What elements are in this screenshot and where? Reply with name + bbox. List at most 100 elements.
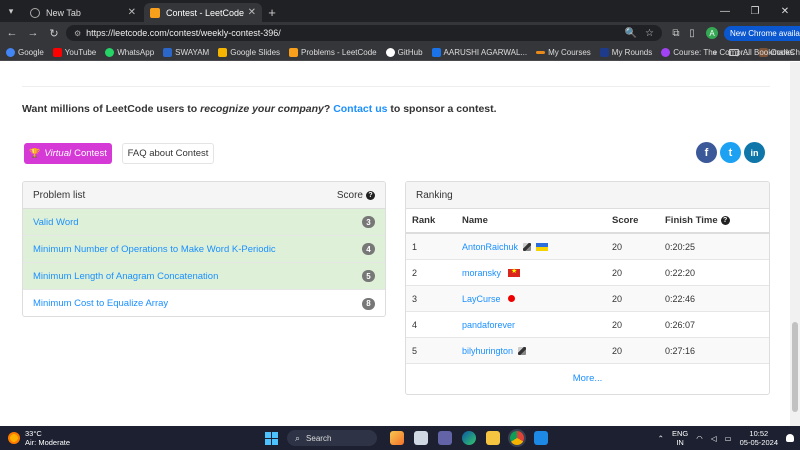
- address-bar[interactable]: ⚙ https://leetcode.com/contest/weekly-co…: [66, 25, 662, 41]
- problem-link[interactable]: Valid Word: [33, 217, 362, 228]
- weather-icon: [8, 432, 20, 444]
- problem-list-header: Problem list Score ?: [23, 182, 385, 209]
- user-link[interactable]: AntonRaichuk: [462, 242, 518, 252]
- tab-new-tab[interactable]: New Tab ✕: [24, 3, 142, 22]
- vscode-icon[interactable]: [534, 431, 548, 445]
- problem-row[interactable]: Valid Word 3: [23, 209, 385, 236]
- virtual-contest-button[interactable]: 🏆 Virtual Contest: [24, 143, 112, 164]
- forward-icon[interactable]: →: [24, 24, 42, 42]
- score-badge: 5: [362, 270, 375, 282]
- notification-icon[interactable]: [786, 434, 794, 442]
- trophy-icon: 🏆: [29, 148, 41, 158]
- page-scrollbar[interactable]: [790, 62, 800, 426]
- close-window-icon[interactable]: ✕: [770, 0, 800, 22]
- back-icon[interactable]: ←: [3, 24, 21, 42]
- bookmark-whatsapp[interactable]: WhatsApp: [105, 47, 154, 57]
- problem-link[interactable]: Minimum Length of Anagram Concatenation: [33, 271, 362, 282]
- clock[interactable]: 10:52 05-05-2024: [740, 429, 778, 447]
- problem-row[interactable]: Minimum Number of Operations to Make Wor…: [23, 236, 385, 263]
- battery-icon[interactable]: ▭: [725, 434, 732, 443]
- bookmark-star-icon[interactable]: ☆: [645, 28, 654, 39]
- bookmark-youtube[interactable]: YouTube: [52, 47, 96, 57]
- sidebar-icon[interactable]: ▯: [684, 28, 700, 39]
- tab-search-icon[interactable]: ▾: [0, 0, 22, 22]
- rank-column-header: Rank: [412, 215, 436, 226]
- edge-icon[interactable]: [462, 431, 476, 445]
- zoom-icon[interactable]: 🔍: [625, 28, 637, 39]
- volume-icon[interactable]: ◁: [711, 434, 717, 443]
- new-tab-button[interactable]: +: [262, 3, 282, 22]
- air-quality-text: Air: Moderate: [25, 438, 71, 447]
- tab-title: New Tab: [46, 7, 81, 18]
- new-chrome-available-button[interactable]: New Chrome available: [724, 25, 800, 41]
- bookmark-google[interactable]: Google: [6, 47, 44, 57]
- bookmark-github[interactable]: GitHub: [385, 47, 423, 57]
- facebook-icon[interactable]: f: [696, 142, 717, 163]
- wifi-icon[interactable]: ◠: [696, 434, 703, 443]
- flag-icon: [508, 267, 521, 277]
- all-bookmarks-link[interactable]: All Bookmarks: [743, 48, 794, 57]
- twitter-icon[interactable]: t: [720, 142, 741, 163]
- close-icon[interactable]: ✕: [128, 7, 136, 18]
- bookmark-google-slides[interactable]: Google Slides: [218, 47, 280, 57]
- user-link[interactable]: LayCurse: [462, 294, 501, 304]
- bookmark-swayam[interactable]: SWAYAM: [163, 47, 209, 57]
- extensions-icon[interactable]: ⧉: [668, 28, 684, 39]
- widgets-icon[interactable]: [390, 431, 404, 445]
- bookmark-problems-leetcode[interactable]: Problems - LeetCode: [289, 47, 377, 57]
- user-link[interactable]: pandaforever: [462, 320, 515, 330]
- minimize-icon[interactable]: —: [710, 0, 740, 22]
- table-row: 2 moransky 20 0:22:20: [406, 260, 769, 286]
- chrome-icon[interactable]: [510, 431, 524, 445]
- bookmark-my-rounds[interactable]: My Rounds: [599, 47, 652, 57]
- doc-icon: [431, 47, 441, 57]
- url-text: https://leetcode.com/contest/weekly-cont…: [86, 28, 281, 38]
- table-row: 4 pandaforever 20 0:26:07: [406, 312, 769, 338]
- tab-contest[interactable]: Contest - LeetCode ✕: [144, 3, 262, 22]
- bookmark-my-courses[interactable]: My Courses: [536, 48, 591, 57]
- problem-row[interactable]: Minimum Length of Anagram Concatenation …: [23, 263, 385, 290]
- user-link[interactable]: bilyhurington: [462, 346, 513, 356]
- leetcode-icon: [150, 7, 160, 18]
- faq-button[interactable]: FAQ about Contest: [122, 143, 214, 164]
- contact-us-link[interactable]: Contact us: [333, 103, 387, 115]
- problem-row[interactable]: Minimum Cost to Equalize Array 8: [23, 290, 385, 316]
- avatar[interactable]: A: [706, 27, 718, 39]
- teams-icon[interactable]: [438, 431, 452, 445]
- google-icon: [6, 47, 15, 57]
- ranking-title: Ranking: [416, 189, 453, 201]
- more-ranking-link[interactable]: More...: [406, 364, 769, 392]
- flag-icon: [507, 295, 515, 302]
- task-view-icon[interactable]: [414, 431, 428, 445]
- slides-icon: [218, 47, 228, 57]
- temperature-text: 33°C: [25, 429, 42, 438]
- weather-widget[interactable]: 33°C Air: Moderate: [8, 429, 70, 447]
- score-badge: 3: [362, 216, 375, 228]
- finish-time-column-header: Finish Time?: [659, 215, 730, 226]
- question-icon[interactable]: ?: [366, 190, 375, 200]
- badge-icon: [523, 242, 532, 251]
- start-icon[interactable]: [265, 431, 278, 445]
- scrollbar-thumb[interactable]: [792, 322, 798, 412]
- close-icon[interactable]: ✕: [248, 7, 256, 18]
- globe-icon: [30, 7, 40, 18]
- bookmarks-bar: Google YouTube WhatsApp SWAYAM Google Sl…: [0, 44, 800, 61]
- more-bookmarks-icon[interactable]: »: [712, 48, 716, 57]
- problem-link[interactable]: Minimum Cost to Equalize Array: [33, 298, 362, 309]
- courses-icon: [536, 50, 546, 54]
- site-info-icon[interactable]: ⚙: [74, 29, 81, 38]
- user-link[interactable]: moransky: [462, 268, 501, 278]
- window-controls: — ❐ ✕: [710, 0, 800, 22]
- language-indicator[interactable]: ENG IN: [672, 429, 688, 447]
- table-row: 5 bilyhurington 20 0:27:16: [406, 338, 769, 364]
- question-icon[interactable]: ?: [720, 216, 730, 225]
- chevron-up-icon[interactable]: ⌃: [658, 434, 664, 443]
- linkedin-icon[interactable]: in: [744, 142, 765, 163]
- file-explorer-icon[interactable]: [486, 431, 500, 445]
- taskbar-search[interactable]: ⌕ Search: [287, 430, 377, 446]
- ranking-header: Ranking: [406, 182, 769, 209]
- maximize-icon[interactable]: ❐: [740, 0, 770, 22]
- problem-link[interactable]: Minimum Number of Operations to Make Wor…: [33, 244, 362, 255]
- reload-icon[interactable]: ↻: [45, 24, 63, 42]
- bookmark-aarushi[interactable]: AARUSHI AGARWAL...: [431, 47, 527, 57]
